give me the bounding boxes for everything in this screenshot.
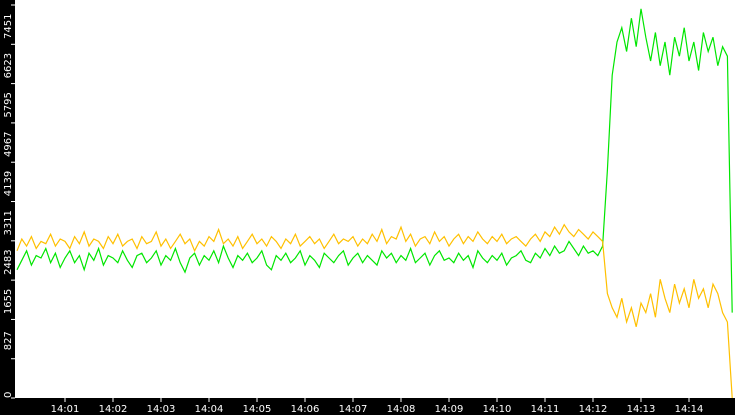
x-tick-label: 14:08 (387, 404, 416, 415)
x-tick-label: 14:04 (195, 404, 224, 415)
y-tick-label: 2483 (3, 249, 14, 274)
x-tick-label: 14:09 (435, 404, 464, 415)
x-tick-label: 14:07 (339, 404, 368, 415)
x-tick-label: 14:02 (99, 404, 128, 415)
x-tick-label: 14:11 (531, 404, 560, 415)
x-tick-label: 14:10 (483, 404, 512, 415)
x-tick-label: 14:14 (675, 404, 704, 415)
y-tick-label: 6623 (3, 53, 14, 78)
x-tick-label: 14:06 (291, 404, 320, 415)
y-tick-label: 3311 (3, 210, 14, 235)
x-tick-label: 14:03 (147, 404, 176, 415)
y-tick-label: 5795 (3, 92, 14, 117)
y-tick-label: 1655 (3, 289, 14, 314)
line-chart: 0827165524833311413949675795662374518279… (0, 0, 735, 415)
y-tick-label: 4139 (3, 171, 14, 196)
y-tick-label: 827 (3, 331, 14, 350)
x-tick-label: 14:13 (627, 404, 656, 415)
x-tick-label: 14:01 (51, 404, 80, 415)
plot-area (15, 0, 735, 398)
x-tick-label: 14:05 (243, 404, 272, 415)
y-tick-label: 7451 (3, 14, 14, 39)
y-tick-label: 0 (3, 392, 14, 398)
y-tick-label: 4967 (3, 131, 14, 156)
x-tick-label: 14:12 (579, 404, 608, 415)
